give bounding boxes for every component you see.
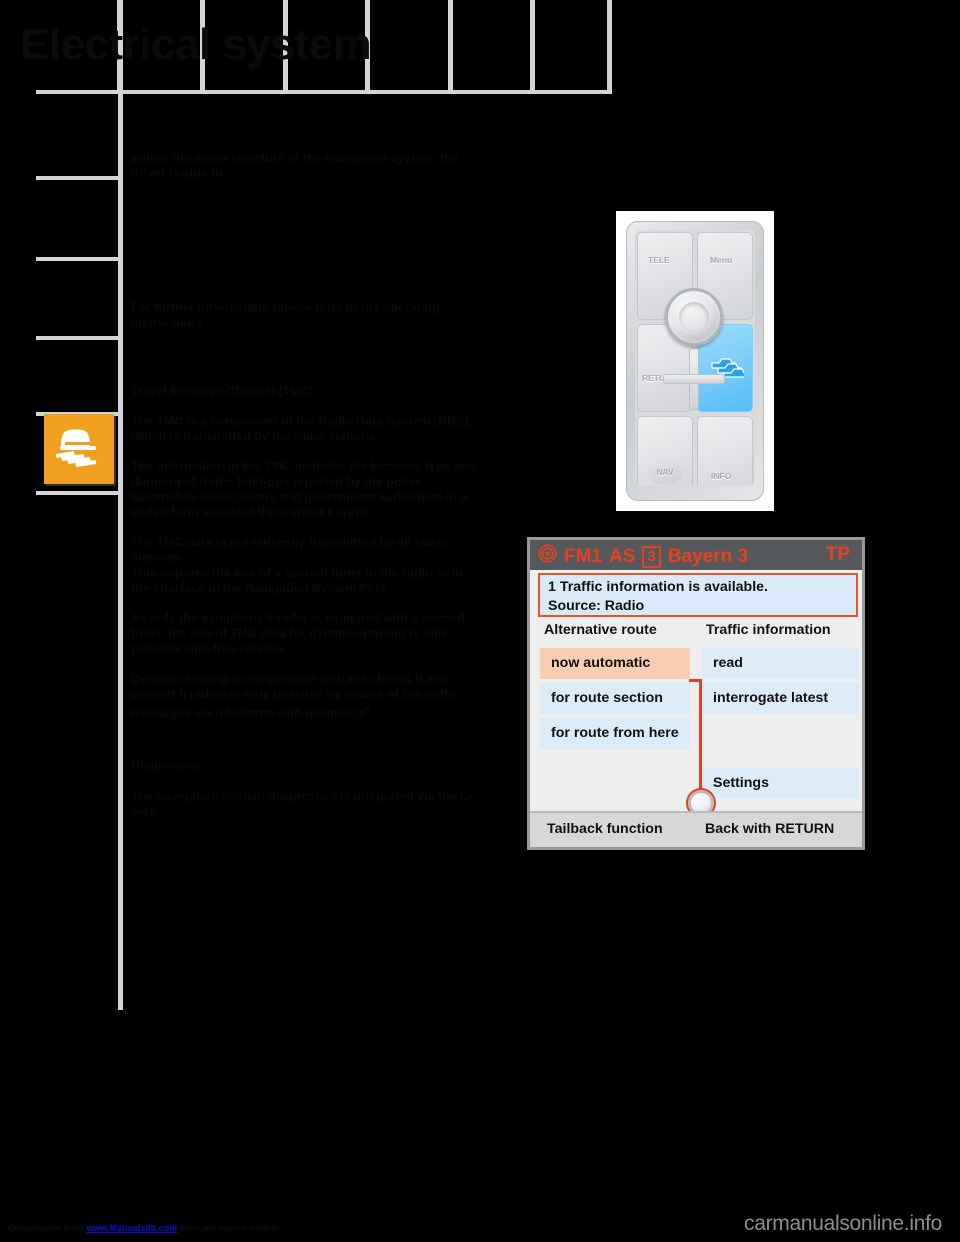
paragraph-intro: Within the menu structure of the navigat…	[131, 151, 459, 181]
sidebar-rule	[36, 176, 123, 180]
control-panel-face: TELE Menu RETURN NAV INFO	[635, 230, 755, 486]
autostore-label: AS	[609, 545, 636, 567]
paragraph-diagnostics-1: The navigation system diagnostics is int…	[131, 788, 472, 818]
tp-indicator: TP	[825, 544, 850, 565]
sidebar-rule	[36, 491, 123, 495]
tailback-function-label[interactable]: Tailback function	[547, 821, 663, 837]
status-bar-left: FM1 AS 3 Bayern 3	[538, 544, 748, 569]
traffic-message-box: 1 Traffic information is available. Sour…	[538, 573, 858, 617]
sidebar-rule	[36, 257, 123, 261]
navigation-screen: FM1 AS 3 Bayern 3 TP 1 Traffic informati…	[527, 537, 865, 850]
option-settings[interactable]: Settings	[702, 768, 859, 799]
paragraph-tmc-5-period: .	[371, 706, 376, 721]
document-page: Electrical system Within the menu struct…	[0, 0, 960, 1242]
rotary-knob[interactable]	[665, 288, 723, 346]
traffic-message-line1: 1 Traffic information is available.	[548, 579, 768, 595]
cross-joystick[interactable]	[663, 348, 725, 410]
traffic-message-line2: Source: Radio	[548, 597, 645, 614]
column-header-traffic-information: Traffic information	[706, 622, 831, 638]
paragraph-tmc-1: The TMC is a component of the Radio Data…	[131, 414, 472, 444]
info-button-label: INFO	[711, 471, 732, 481]
nav-button[interactable]: NAV	[637, 416, 693, 486]
column-header-alternative-route: Alternative route	[544, 622, 657, 638]
radio-status-bar: FM1 AS 3 Bayern 3 TP	[530, 540, 862, 570]
slippery-road-warning-icon	[44, 414, 114, 484]
sidebar-divider	[118, 0, 123, 1010]
callout-vertical	[699, 679, 702, 797]
control-panel-figure: TELE Menu RETURN NAV INFO	[616, 211, 774, 511]
control-panel-housing: TELE Menu RETURN NAV INFO	[626, 221, 764, 501]
nav-button-label: NAV	[648, 459, 682, 485]
radio-waves-icon	[538, 544, 557, 569]
footer-prefix: Downloaded from	[8, 1223, 87, 1233]
heading-diagnostics: Diagnostics	[131, 758, 202, 773]
menu-button-label: Menu	[710, 255, 733, 265]
site-watermark: carmanualsonline.info	[744, 1212, 942, 1235]
sidebar-rule	[36, 90, 123, 94]
option-for-route-from-here[interactable]: for route from here	[540, 718, 690, 749]
screen-footer-bar: Tailback function Back with RETURN	[530, 811, 862, 847]
option-interrogate-latest[interactable]: interrogate latest	[702, 683, 859, 714]
paragraph-tmc-5: Dynamic routing in conjunction with the …	[131, 672, 483, 722]
heading-tmc: Travel Message Channel (TMC)	[131, 383, 314, 398]
preset-number: 3	[642, 545, 661, 568]
option-now-automatic[interactable]: now automatic	[540, 648, 690, 679]
paragraph-tmc-4: As only the symphony II radio is equippe…	[131, 611, 465, 656]
download-footer: Downloaded from www.Manualslib.com manua…	[8, 1223, 279, 1233]
sidebar-rule	[36, 336, 123, 340]
grid-line	[607, 0, 612, 92]
footer-suffix: manuals search engine	[177, 1223, 280, 1233]
body-column: Within the menu structure of the navigat…	[131, 151, 483, 834]
option-for-route-section[interactable]: for route section	[540, 683, 690, 714]
back-with-return-label[interactable]: Back with RETURN	[705, 821, 834, 837]
manualslib-link[interactable]: www.Manualslib.com	[87, 1223, 178, 1233]
paragraph-tmc-5-text: Dynamic routing in conjunction with the …	[131, 671, 459, 721]
tele-button-label: TELE	[648, 255, 670, 265]
info-button[interactable]: INFO	[697, 416, 753, 486]
option-read[interactable]: read	[702, 648, 859, 679]
station-name: Bayern 3	[667, 545, 749, 567]
page-title: Electrical system	[20, 20, 372, 69]
grid-line	[448, 0, 453, 92]
paragraph-tmc-3a: The TMC data is not currently transmitte…	[131, 535, 445, 565]
radio-band-label: FM1	[564, 545, 602, 567]
paragraph-tmc-2: The information in the TMC includes the …	[131, 459, 476, 520]
grid-line	[530, 0, 535, 92]
paragraph-tmc-3b: This requires the use of a second tuner …	[131, 565, 463, 595]
paragraph-further-info: For further information, please refer to…	[131, 300, 440, 330]
